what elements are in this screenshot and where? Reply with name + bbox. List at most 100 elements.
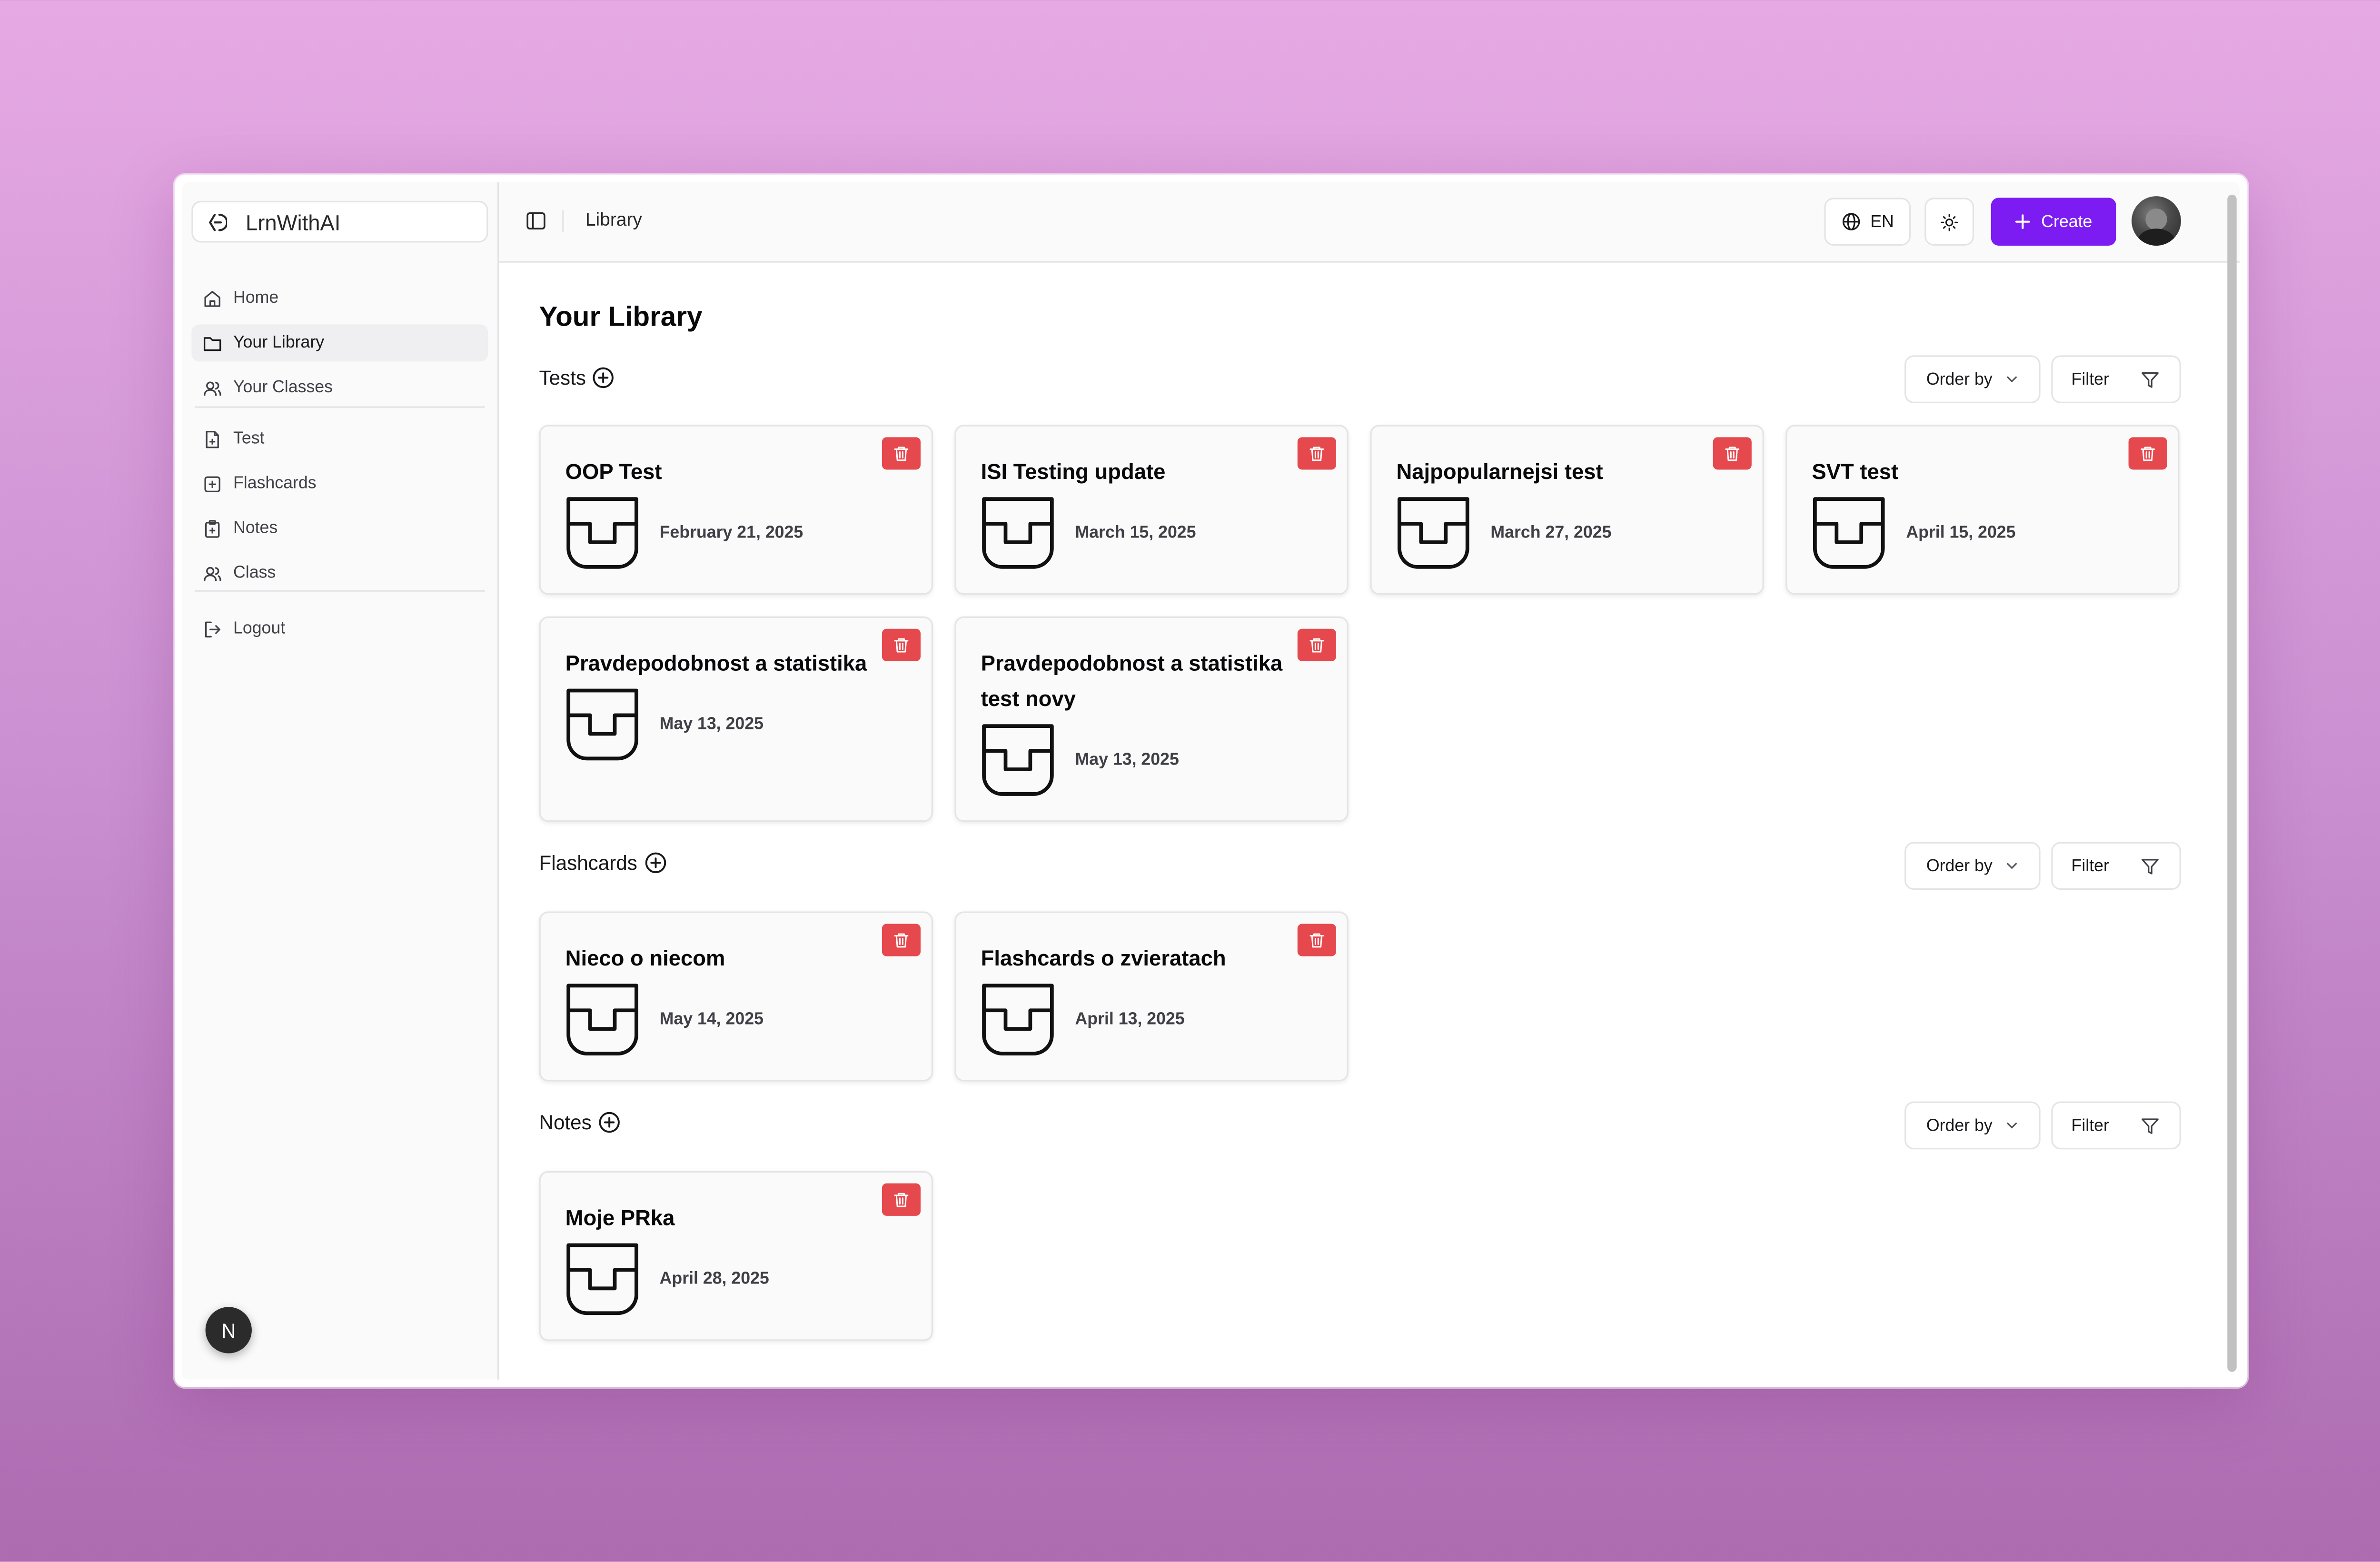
card-date: April 28, 2025 — [659, 1270, 769, 1289]
brand-name: LrnWithAI — [245, 209, 341, 234]
language-button[interactable]: EN — [1824, 198, 1911, 246]
test-card[interactable]: Najpopularnejsi test March 27, 2025 — [1370, 425, 1764, 595]
card-date: March 27, 2025 — [1490, 524, 1612, 542]
card-date: May 13, 2025 — [1075, 751, 1179, 770]
breadcrumb: Library — [585, 209, 642, 230]
home-icon — [202, 288, 222, 308]
card-title: OOP Test — [565, 458, 662, 484]
filter-icon — [2141, 857, 2160, 876]
users-icon — [202, 378, 222, 398]
test-card[interactable]: SVT test April 15, 2025 — [1785, 425, 2180, 595]
test-card[interactable]: ISI Testing update March 15, 2025 — [954, 425, 1349, 595]
sidebar-item-flashcards[interactable]: Flashcards — [191, 465, 488, 502]
clipboard-plus-icon — [202, 518, 222, 538]
app-frame: LrnWithAI Home Your Library Your Classes… — [182, 182, 2240, 1380]
delete-button[interactable] — [2128, 437, 2167, 470]
tuke-logo-icon — [1812, 496, 1886, 570]
tuke-logo-icon — [565, 983, 640, 1057]
main-content: Library EN Create Your Library Tests Ord… — [499, 182, 2240, 1380]
create-label: Create — [2041, 212, 2092, 231]
avatar-body — [2138, 229, 2175, 246]
sidebar-item-class[interactable]: Class — [191, 555, 488, 592]
sidebar: LrnWithAI Home Your Library Your Classes… — [182, 182, 499, 1380]
card-date: April 13, 2025 — [1075, 1010, 1185, 1029]
flashcards-filter-button[interactable]: Filter — [2051, 842, 2181, 890]
order-by-label: Order by — [1926, 856, 1993, 876]
file-plus-icon — [202, 428, 222, 448]
sidebar-item-label: Your Library — [233, 333, 325, 352]
sidebar-item-your-library[interactable]: Your Library — [191, 324, 488, 362]
sidebar-item-logout[interactable]: Logout — [191, 610, 488, 647]
brand-logo-icon — [206, 211, 228, 232]
tuke-logo-icon — [981, 723, 1055, 797]
create-button[interactable]: Create — [1991, 198, 2116, 246]
add-test-icon[interactable] — [592, 366, 615, 389]
trash-icon — [893, 445, 910, 462]
dev-tools-badge[interactable]: N — [205, 1307, 252, 1353]
page-title: Your Library — [539, 301, 703, 332]
delete-button[interactable] — [882, 437, 921, 470]
delete-button[interactable] — [1297, 437, 1336, 470]
app-window: LrnWithAI Home Your Library Your Classes… — [174, 174, 2248, 1388]
tests-filter-button[interactable]: Filter — [2051, 355, 2181, 403]
brand-switcher[interactable]: LrnWithAI — [191, 200, 488, 243]
globe-icon — [1841, 212, 1861, 232]
notes-order-by-button[interactable]: Order by — [1904, 1101, 2041, 1150]
card-title: Nieco o niecom — [565, 945, 725, 970]
avatar[interactable] — [2132, 196, 2181, 246]
card-title: Pravdepodobnost a statistika — [565, 650, 867, 676]
delete-button[interactable] — [1297, 628, 1336, 661]
square-plus-icon — [202, 474, 222, 494]
avatar-face — [2145, 209, 2167, 230]
theme-toggle-button[interactable] — [1924, 198, 1974, 246]
plus-icon — [2015, 213, 2032, 230]
tuke-logo-icon — [981, 496, 1055, 570]
sun-icon — [1940, 212, 1959, 231]
delete-button[interactable] — [882, 628, 921, 661]
delete-button[interactable] — [882, 1183, 921, 1216]
card-date: March 15, 2025 — [1075, 524, 1196, 542]
language-label: EN — [1870, 212, 1894, 231]
flashcard-card[interactable]: Flashcards o zvieratach April 13, 2025 — [954, 911, 1349, 1082]
sidebar-item-home[interactable]: Home — [191, 279, 488, 317]
users-icon — [202, 563, 222, 583]
sidebar-item-test[interactable]: Test — [191, 420, 488, 458]
add-note-icon[interactable] — [598, 1111, 621, 1134]
chevron-down-icon — [2005, 1118, 2019, 1132]
add-flashcards-icon[interactable] — [644, 851, 667, 875]
section-title-tests: Tests — [539, 366, 615, 389]
sidebar-item-label: Flashcards — [233, 474, 317, 493]
sidebar-divider — [194, 590, 485, 592]
test-card[interactable]: Pravdepodobnost a statistika test novy M… — [954, 616, 1349, 822]
sidebar-item-label: Test — [233, 429, 265, 448]
card-date: April 15, 2025 — [1906, 524, 2016, 542]
delete-button[interactable] — [1713, 437, 1752, 470]
card-date: May 14, 2025 — [659, 1010, 764, 1029]
test-card[interactable]: Pravdepodobnost a statistika May 13, 202… — [539, 616, 933, 822]
sidebar-item-label: Your Classes — [233, 378, 333, 397]
trash-icon — [893, 1191, 910, 1208]
scrollbar[interactable] — [2227, 194, 2237, 1372]
section-title-flashcards: Flashcards — [539, 851, 667, 875]
sidebar-toggle-icon[interactable] — [525, 210, 546, 231]
tuke-logo-icon — [565, 687, 640, 762]
tuke-logo-icon — [981, 983, 1055, 1057]
section-title-notes: Notes — [539, 1111, 621, 1134]
sidebar-item-notes[interactable]: Notes — [191, 510, 488, 547]
note-card[interactable]: Moje PRka April 28, 2025 — [539, 1171, 933, 1341]
flashcard-card[interactable]: Nieco o niecom May 14, 2025 — [539, 911, 933, 1082]
test-card[interactable]: OOP Test February 21, 2025 — [539, 425, 933, 595]
order-by-label: Order by — [1926, 1116, 1993, 1135]
card-date: February 21, 2025 — [659, 524, 803, 542]
card-title: Moje PRka — [565, 1205, 675, 1230]
sidebar-item-your-classes[interactable]: Your Classes — [191, 369, 488, 407]
notes-filter-button[interactable]: Filter — [2051, 1101, 2181, 1150]
delete-button[interactable] — [1297, 924, 1336, 956]
section-label: Flashcards — [539, 851, 637, 875]
sidebar-item-label: Class — [233, 564, 276, 583]
tests-order-by-button[interactable]: Order by — [1904, 355, 2041, 403]
flashcards-order-by-button[interactable]: Order by — [1904, 842, 2041, 890]
card-title: Flashcards o zvieratach — [981, 945, 1226, 970]
sidebar-item-label: Notes — [233, 519, 278, 538]
delete-button[interactable] — [882, 924, 921, 956]
